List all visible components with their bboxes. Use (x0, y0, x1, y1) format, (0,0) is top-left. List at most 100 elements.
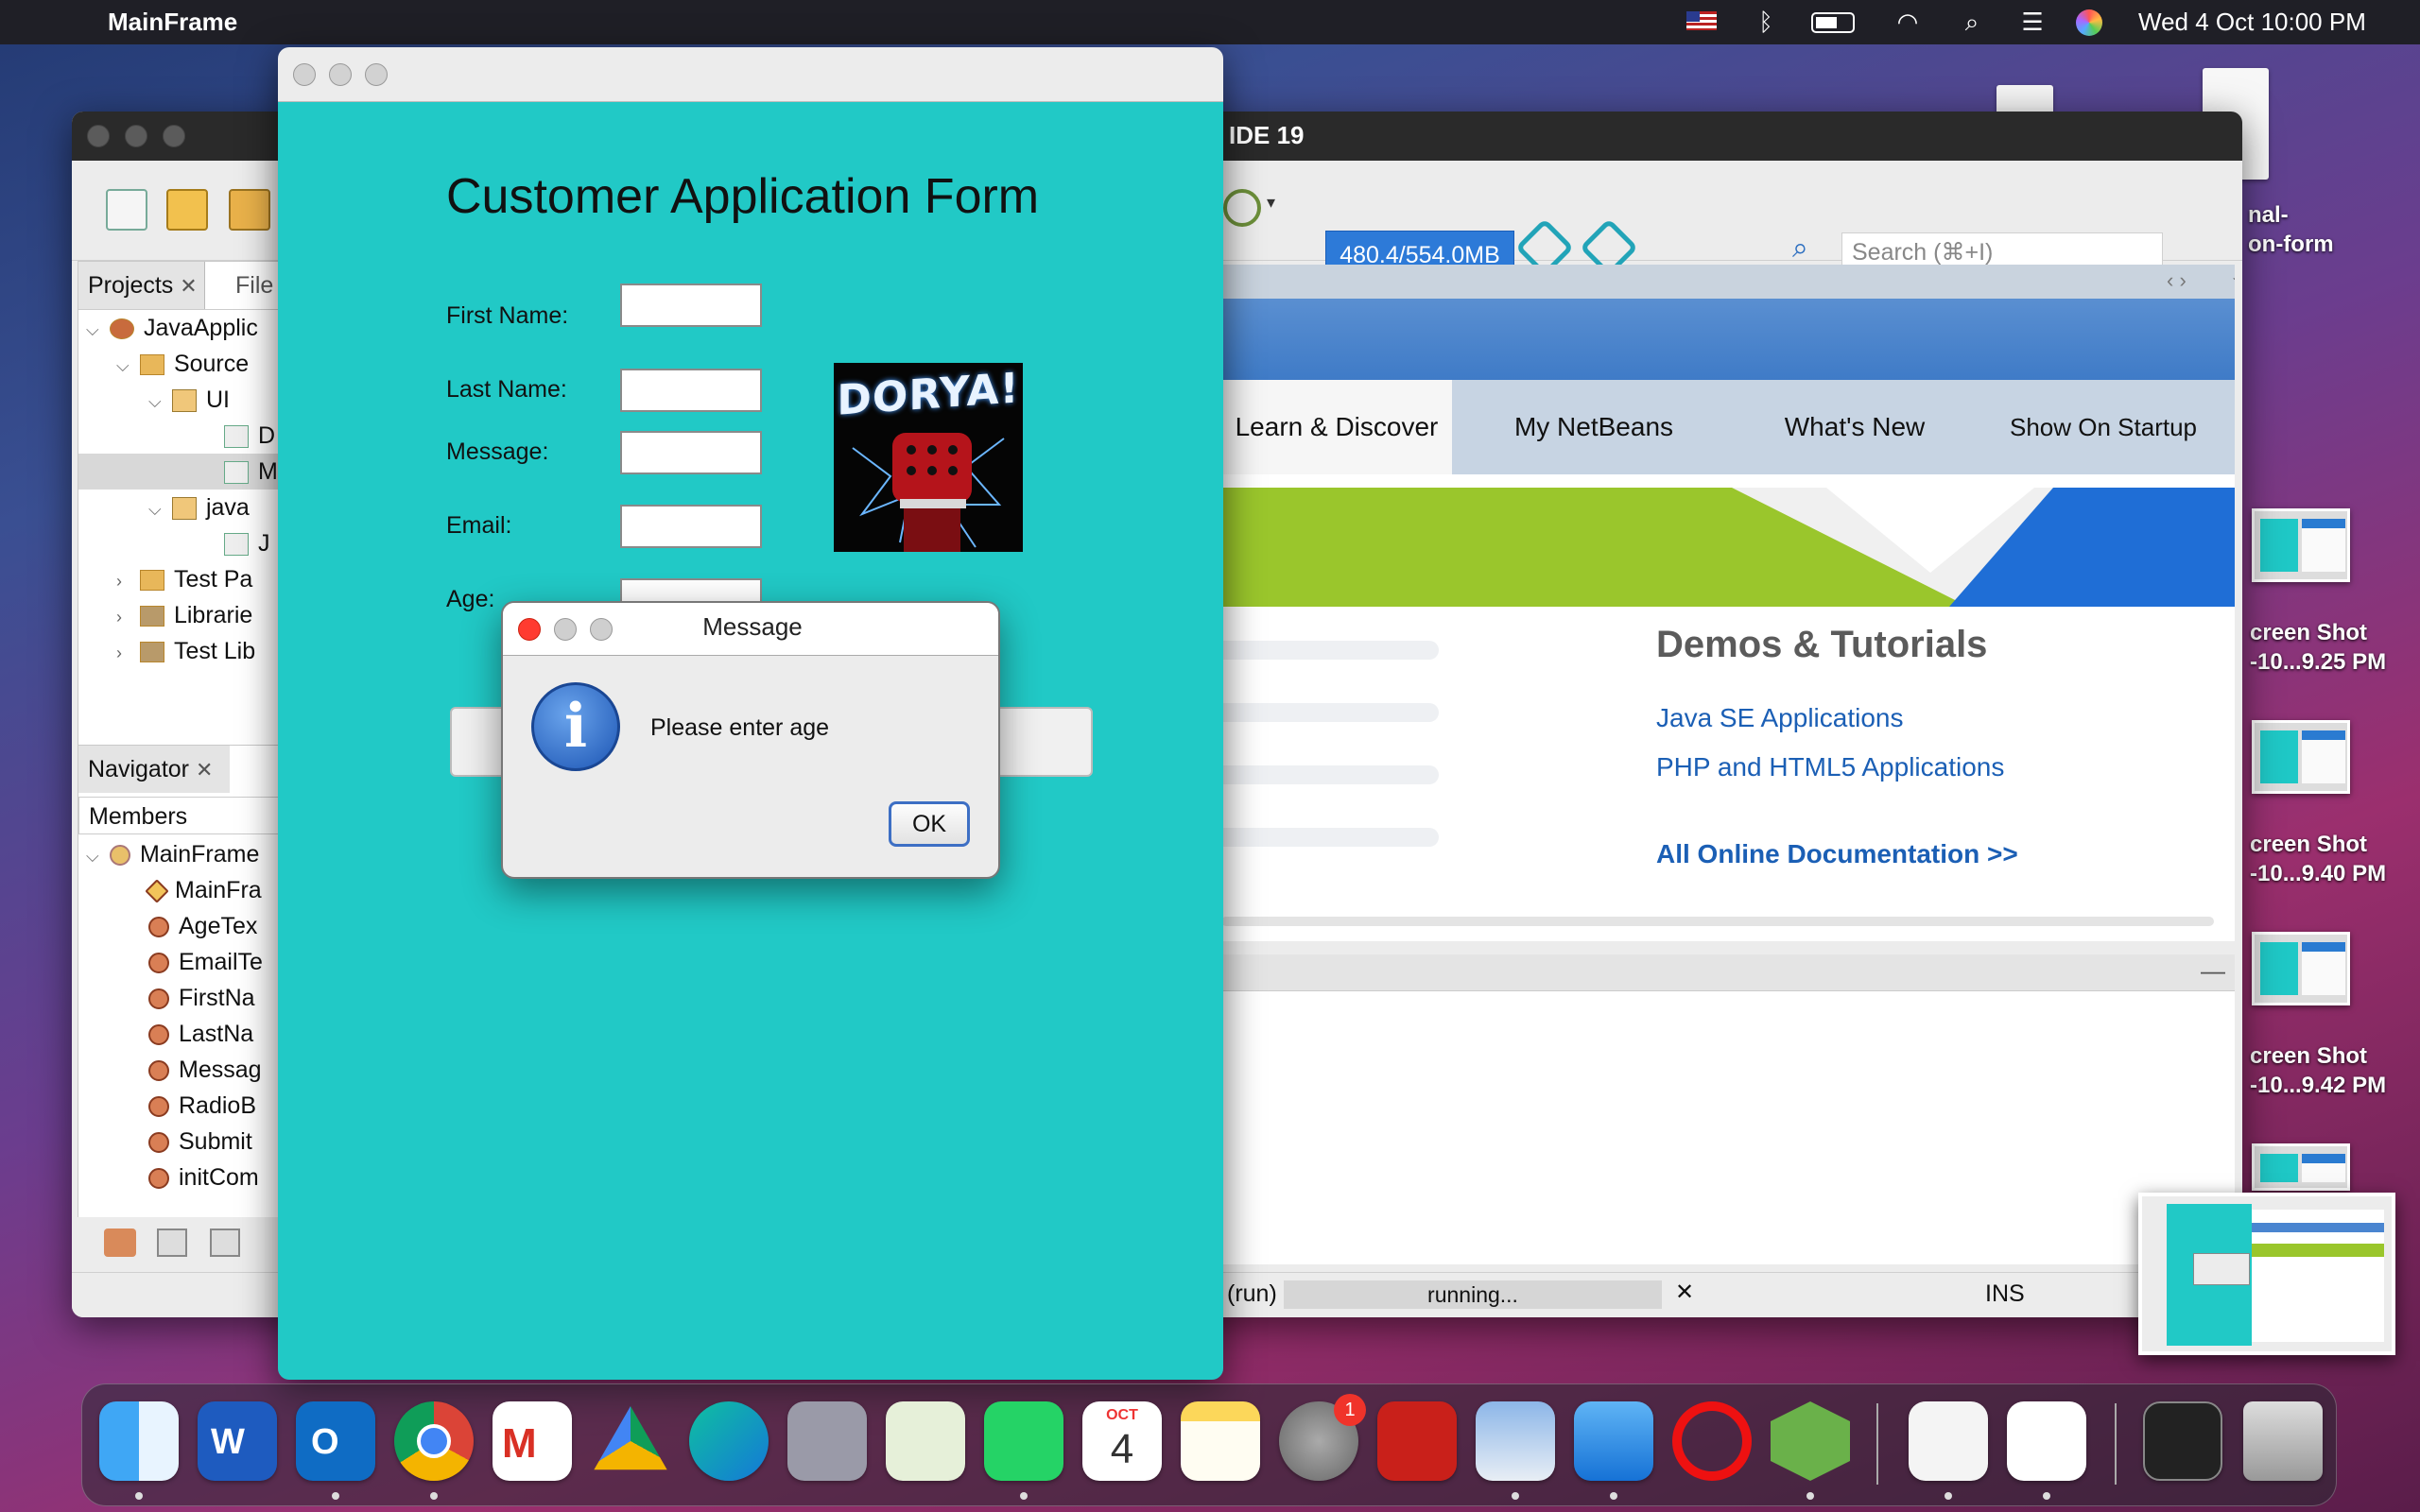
tab-show-on-startup[interactable]: Show On Startup (1985, 380, 2221, 474)
launchpad-icon[interactable] (787, 1401, 867, 1481)
tree-item[interactable]: J (78, 525, 285, 561)
email-input[interactable] (620, 505, 762, 548)
word-icon[interactable]: W (198, 1401, 277, 1481)
netbeans-icon[interactable] (1771, 1401, 1850, 1481)
member-item[interactable]: FirstNa (78, 980, 285, 1016)
tab-navigator[interactable]: Navigator ✕ (78, 746, 230, 793)
minimize-button[interactable] (329, 63, 352, 86)
member-item[interactable]: AgeTex (78, 908, 285, 944)
cancel-task-icon[interactable]: ✕ (1675, 1279, 1694, 1306)
member-item[interactable]: RadioB (78, 1088, 285, 1124)
link-php-html5[interactable]: PHP and HTML5 Applications (1656, 752, 2004, 782)
google-drive-icon[interactable] (594, 1406, 667, 1470)
hierarchy-icon[interactable] (104, 1228, 136, 1257)
notes-icon[interactable] (1181, 1401, 1260, 1481)
edge-icon[interactable] (689, 1401, 769, 1481)
member-item[interactable]: EmailTe (78, 944, 285, 980)
bluetooth-icon[interactable]: ᛒ (1751, 8, 1781, 36)
first-name-label: First Name: (446, 302, 569, 329)
last-name-input[interactable] (620, 369, 762, 412)
tree-item[interactable]: ⌵ java (78, 490, 285, 525)
new-project-icon[interactable] (166, 189, 208, 231)
tab-whats-new[interactable]: What's New (1732, 380, 1978, 474)
message-label: Message: (446, 438, 549, 465)
tree-item[interactable]: ⌵ Source (78, 346, 285, 382)
new-file-icon[interactable] (106, 189, 147, 231)
preview-dialog (2193, 1253, 2250, 1285)
form-titlebar[interactable] (278, 47, 1223, 102)
screenshot-label[interactable]: creen Shot -10...9.40 PM (2250, 830, 2386, 888)
tab-learn-discover[interactable]: Learn & Discover (1221, 380, 1452, 474)
screenshot-preview[interactable] (2138, 1193, 2395, 1355)
siri-icon[interactable] (2076, 9, 2102, 36)
tab-my-netbeans[interactable]: My NetBeans (1471, 380, 1717, 474)
chrome-icon[interactable] (394, 1401, 474, 1481)
mail-icon[interactable] (1574, 1401, 1653, 1481)
close-button[interactable] (87, 125, 110, 147)
acrobat-icon[interactable] (1377, 1401, 1457, 1481)
open-project-icon[interactable] (229, 189, 270, 231)
members-filter[interactable]: Members (78, 797, 285, 834)
tab-projects[interactable]: Projects ✕ (78, 262, 205, 309)
calendar-icon[interactable]: OCT 4 (1082, 1401, 1162, 1481)
member-item[interactable]: ⌵ MainFrame (78, 836, 285, 872)
chevron-left-icon[interactable]: ‹ › (2167, 268, 2187, 293)
static-filter-icon[interactable] (210, 1228, 240, 1257)
fields-filter-icon[interactable] (157, 1228, 187, 1257)
trash-icon[interactable] (2243, 1401, 2323, 1481)
link-all-docs[interactable]: All Online Documentation >> (1656, 839, 2018, 869)
screenshot-thumbnail-icon[interactable] (2252, 720, 2350, 794)
opera-icon[interactable] (1672, 1401, 1752, 1481)
progress-bar[interactable]: running... (1284, 1280, 1662, 1309)
first-name-input[interactable] (620, 284, 762, 327)
dialog-titlebar[interactable]: Message (503, 603, 998, 656)
tree-item[interactable]: › Librarie (78, 597, 285, 633)
chevron-down-icon[interactable]: ⌵ (2233, 266, 2235, 291)
ok-button[interactable]: OK (889, 801, 970, 847)
control-center-icon[interactable]: ☰ (2017, 8, 2048, 36)
horizontal-scrollbar[interactable] (1221, 917, 2214, 926)
profile-icon[interactable] (1223, 189, 1261, 227)
maps-icon[interactable] (886, 1401, 965, 1481)
tree-item[interactable]: ⌵ UI (78, 382, 285, 418)
textedit-icon[interactable] (1909, 1401, 1988, 1481)
screenshot-thumbnail-icon[interactable] (2252, 932, 2350, 1005)
screenshot-thumbnail-icon[interactable] (2252, 1143, 2350, 1191)
menubar-clock[interactable]: Wed 4 Oct 10:00 PM (2138, 8, 2366, 37)
search-icon[interactable]: ⌕ (1792, 232, 1808, 265)
outlook-icon[interactable]: O (296, 1401, 375, 1481)
member-item[interactable]: Submit (78, 1124, 285, 1160)
zoom-button[interactable] (365, 63, 388, 86)
preview-app-icon[interactable] (1476, 1401, 1555, 1481)
search-icon[interactable]: ⌕ (1957, 8, 1987, 36)
minimized-window-icon[interactable] (2143, 1401, 2222, 1481)
minimize-button[interactable] (125, 125, 147, 147)
link-java-se[interactable]: Java SE Applications (1656, 703, 1904, 733)
chevron-down-icon[interactable]: ▾ (1267, 193, 1275, 213)
message-input[interactable] (620, 431, 762, 474)
tree-item[interactable]: D (78, 418, 285, 454)
member-item[interactable]: MainFra (78, 872, 285, 908)
desktop-file-label[interactable]: nal-on-form (2248, 200, 2334, 259)
tree-item[interactable]: ⌵ JavaApplic (78, 310, 285, 346)
member-item[interactable]: initCom (78, 1160, 285, 1195)
input-source-flag-icon[interactable] (1686, 11, 1717, 30)
zoom-button[interactable] (163, 125, 185, 147)
finder-icon[interactable] (99, 1401, 179, 1481)
close-button[interactable] (293, 63, 316, 86)
tree-item[interactable]: › Test Pa (78, 561, 285, 597)
battery-icon[interactable] (1811, 12, 1855, 33)
screenshot-thumbnail-icon[interactable] (2252, 508, 2350, 582)
app-name[interactable]: MainFrame (108, 8, 237, 37)
gmail-icon[interactable]: M (493, 1401, 572, 1481)
java-launcher-icon[interactable] (2007, 1401, 2086, 1481)
tree-item[interactable]: M (78, 454, 285, 490)
tree-item[interactable]: › Test Lib (78, 633, 285, 669)
whatsapp-icon[interactable] (984, 1401, 1063, 1481)
screenshot-label[interactable]: creen Shot -10...9.25 PM (2250, 618, 2386, 677)
member-item[interactable]: LastNa (78, 1016, 285, 1052)
wifi-icon[interactable]: ◠ (1893, 8, 1923, 36)
minimize-icon[interactable]: — (2201, 956, 2225, 986)
member-item[interactable]: Messag (78, 1052, 285, 1088)
screenshot-label[interactable]: creen Shot -10...9.42 PM (2250, 1041, 2386, 1100)
